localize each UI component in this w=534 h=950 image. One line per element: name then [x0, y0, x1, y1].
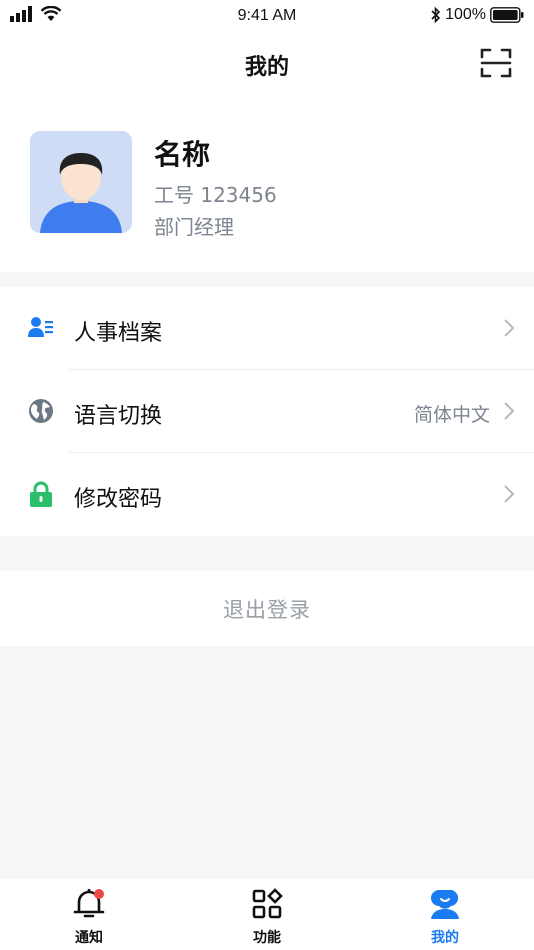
employee-id: 工号 123456 [154, 183, 277, 207]
battery-icon [490, 7, 524, 23]
chevron-right-icon [504, 485, 515, 503]
person-icon [431, 889, 459, 919]
user-avatar-icon [40, 153, 122, 233]
menu-item-label: 语言切换 [74, 404, 163, 429]
status-bar: 9:41 AM 100% [0, 0, 534, 33]
menu-item-change-password[interactable]: 修改密码 [0, 453, 534, 536]
nav-bar: 我的 [0, 33, 534, 95]
logout-button[interactable]: 退出登录 [0, 571, 534, 646]
menu-item-label: 修改密码 [74, 487, 163, 512]
scan-icon [480, 48, 512, 78]
chevron-right-icon [504, 319, 515, 337]
lock-icon [30, 481, 52, 507]
profile-card[interactable]: 名称 工号 123456 部门经理 [0, 95, 534, 272]
tab-mine[interactable]: 我的 [356, 878, 534, 950]
menu-item-language[interactable]: 语言切换 简体中文 [0, 370, 534, 453]
tab-label: 功能 [253, 930, 281, 946]
profile-name: 名称 [154, 138, 211, 171]
logout-label: 退出登录 [223, 597, 311, 622]
apps-grid-icon [252, 888, 283, 919]
tab-notifications[interactable]: 通知 [0, 878, 178, 950]
menu-item-personnel-file[interactable]: 人事档案 [0, 287, 534, 370]
page-title: 我的 [244, 55, 289, 80]
settings-menu: 人事档案 语言切换 简体中文 修改密码 [0, 287, 534, 536]
tab-functions[interactable]: 功能 [178, 878, 356, 950]
current-language-value: 简体中文 [413, 404, 490, 426]
status-right: 100% [431, 6, 524, 24]
globe-icon [29, 399, 53, 423]
bell-icon [73, 889, 105, 918]
bluetooth-icon [431, 6, 441, 24]
tab-label: 通知 [75, 930, 103, 946]
tab-bar: 通知 功能 我的 [0, 877, 534, 950]
chevron-right-icon [504, 402, 515, 420]
tab-label: 我的 [431, 930, 459, 946]
scan-button[interactable] [480, 47, 512, 79]
department: 部门经理 [154, 215, 234, 239]
battery-percent: 100% [445, 6, 486, 23]
contact-card-icon [28, 317, 53, 337]
avatar[interactable] [30, 131, 132, 233]
menu-item-label: 人事档案 [74, 321, 163, 346]
